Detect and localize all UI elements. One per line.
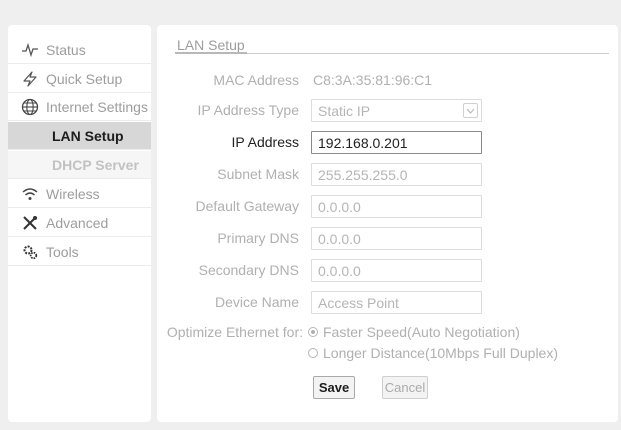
subnet-mask-label: Subnet Mask <box>217 166 299 182</box>
sidebar-item-label: Internet Settings <box>46 98 148 115</box>
optimize-ethernet-label: Optimize Ethernet for: <box>166 324 303 340</box>
faster-speed-label: Faster Speed(Auto Negotiation) <box>323 324 520 340</box>
pulse-icon <box>20 41 40 59</box>
faster-speed-option[interactable]: Faster Speed(Auto Negotiation) <box>308 324 520 340</box>
sidebar-item-label: Tools <box>46 243 79 260</box>
sidebar-item-quick-setup[interactable]: Quick Setup <box>8 65 151 93</box>
chevron-down-icon[interactable] <box>463 103 478 118</box>
sidebar: Status Quick Setup Internet Settings LAN… <box>8 25 151 422</box>
sidebar-item-tools[interactable]: Tools <box>8 238 151 266</box>
ip-address-label: IP Address <box>231 134 299 150</box>
sidebar-item-dhcp-server[interactable]: DHCP Server <box>8 151 151 179</box>
sidebar-item-label: Status <box>46 41 86 58</box>
cancel-button[interactable]: Cancel <box>382 376 428 399</box>
primary-dns-label: Primary DNS <box>217 230 299 246</box>
gears-icon <box>20 243 40 261</box>
wifi-icon <box>20 185 40 203</box>
main-panel: LAN Setup MAC Address C8:3A:35:81:96:C1 … <box>157 25 618 422</box>
sidebar-item-wireless[interactable]: Wireless <box>8 180 151 208</box>
lightning-icon <box>20 70 40 88</box>
ip-address-type-label: IP Address Type <box>197 102 299 118</box>
longer-distance-option[interactable]: Longer Distance(10Mbps Full Duplex) <box>308 345 558 361</box>
globe-icon <box>20 98 40 116</box>
sidebar-item-lan-setup[interactable]: LAN Setup <box>8 122 151 150</box>
device-name-field[interactable] <box>311 291 482 314</box>
default-gateway-label: Default Gateway <box>195 198 300 214</box>
ip-address-field[interactable] <box>311 131 482 154</box>
secondary-dns-field[interactable] <box>311 259 482 282</box>
mac-address-label: MAC Address <box>213 72 299 88</box>
wrench-screwdriver-icon <box>20 214 40 232</box>
ip-address-type-select[interactable]: Static IP <box>311 99 482 122</box>
sidebar-item-label: LAN Setup <box>52 127 124 144</box>
radio-button[interactable] <box>308 348 318 358</box>
device-name-label: Device Name <box>214 294 299 310</box>
sidebar-item-label: DHCP Server <box>52 156 139 173</box>
save-button[interactable]: Save <box>313 376 355 399</box>
sidebar-item-label: Wireless <box>46 185 100 202</box>
sidebar-item-internet-settings[interactable]: Internet Settings <box>8 93 151 121</box>
sidebar-item-advanced[interactable]: Advanced <box>8 209 151 237</box>
sidebar-item-label: Advanced <box>46 214 109 231</box>
longer-distance-label: Longer Distance(10Mbps Full Duplex) <box>323 345 558 361</box>
subnet-mask-field[interactable] <box>311 163 482 186</box>
radio-button[interactable] <box>308 327 318 337</box>
ip-address-type-value: Static IP <box>318 103 371 119</box>
mac-address-value: C8:3A:35:81:96:C1 <box>313 72 433 88</box>
sidebar-item-label: Quick Setup <box>46 70 123 87</box>
sidebar-item-status[interactable]: Status <box>8 36 151 64</box>
secondary-dns-label: Secondary DNS <box>198 262 299 278</box>
title-underline <box>175 52 247 54</box>
section-title: LAN Setup <box>177 37 245 53</box>
primary-dns-field[interactable] <box>311 227 482 250</box>
default-gateway-field[interactable] <box>311 195 482 218</box>
